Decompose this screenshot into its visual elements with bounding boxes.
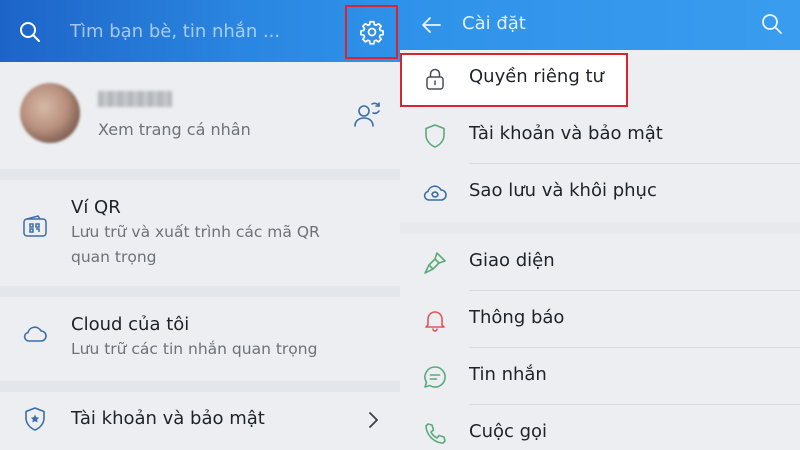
backup-restore-label: Sao lưu và khôi phục [469,180,657,201]
messages-label: Tin nhắn [469,364,547,385]
top-search-bar: Tìm bạn bè, tin nhắn ... [0,0,400,62]
phone-icon [425,423,446,444]
qr-wallet-icon [23,215,47,237]
search-icon[interactable] [18,20,42,44]
settings-button[interactable] [345,5,398,59]
settings-item-appearance[interactable]: Giao diện [400,234,800,291]
cloud-icon [23,326,47,342]
profile-name-redacted [98,91,172,107]
list-item-account-security[interactable]: Tài khoản và bảo mật [0,392,400,450]
settings-item-calls[interactable]: Cuộc gọi [400,405,800,450]
gear-icon [359,20,384,45]
brush-icon [424,252,446,274]
shield-icon [425,124,445,148]
profile-card[interactable]: Xem trang cá nhân [0,62,400,169]
my-cloud-title: Cloud của tôi [71,314,190,335]
back-arrow-icon[interactable] [420,13,444,37]
account-security-title: Tài khoản và bảo mật [71,408,265,429]
switch-account-icon[interactable] [352,99,382,129]
avatar[interactable] [20,83,80,143]
search-input[interactable]: Tìm bạn bè, tin nhắn ... [70,21,280,42]
list-item-qr-wallet[interactable]: Ví QR Lưu trữ và xuất trình các mã QR qu… [0,180,400,286]
bell-icon [425,311,445,332]
settings-item-messages[interactable]: Tin nhắn [400,348,800,405]
settings-group-1: Quyền riêng tư Tài khoản và bảo mật Sao … [400,50,800,222]
view-profile-link[interactable]: Xem trang cá nhân [98,120,251,139]
cloud-sync-icon [423,185,447,201]
page-title: Cài đặt [462,13,526,34]
qr-wallet-title: Ví QR [71,197,121,218]
settings-header: Cài đặt [400,0,800,50]
notifications-label: Thông báo [469,307,565,328]
lock-icon [426,68,444,90]
settings-item-account-security[interactable]: Tài khoản và bảo mật [400,107,800,164]
settings-item-privacy[interactable]: Quyền riêng tư [400,50,800,107]
calls-label: Cuộc gọi [469,421,548,442]
privacy-label: Quyền riêng tư [469,66,604,87]
qr-wallet-description: Lưu trữ và xuất trình các mã QR quan trọ… [71,223,320,266]
chat-icon [424,366,446,388]
account-security-label: Tài khoản và bảo mật [469,123,663,144]
main-menu-panel: Tìm bạn bè, tin nhắn ... Xem trang cá nh… [0,0,400,450]
appearance-label: Giao diện [469,250,555,271]
settings-item-backup-restore[interactable]: Sao lưu và khôi phục [400,164,800,221]
settings-item-notifications[interactable]: Thông báo [400,291,800,348]
my-cloud-description: Lưu trữ các tin nhắn quan trọng [71,340,318,358]
settings-panel: Cài đặt Quyền riêng tư Tài khoản và bảo … [400,0,800,450]
settings-group-2: Giao diện Thông báo Tin nhắn Cuộc gọi [400,234,800,450]
chevron-right-icon [369,412,378,428]
shield-star-icon [25,407,45,431]
search-icon[interactable] [760,12,784,36]
list-item-my-cloud[interactable]: Cloud của tôi Lưu trữ các tin nhắn quan … [0,297,400,381]
